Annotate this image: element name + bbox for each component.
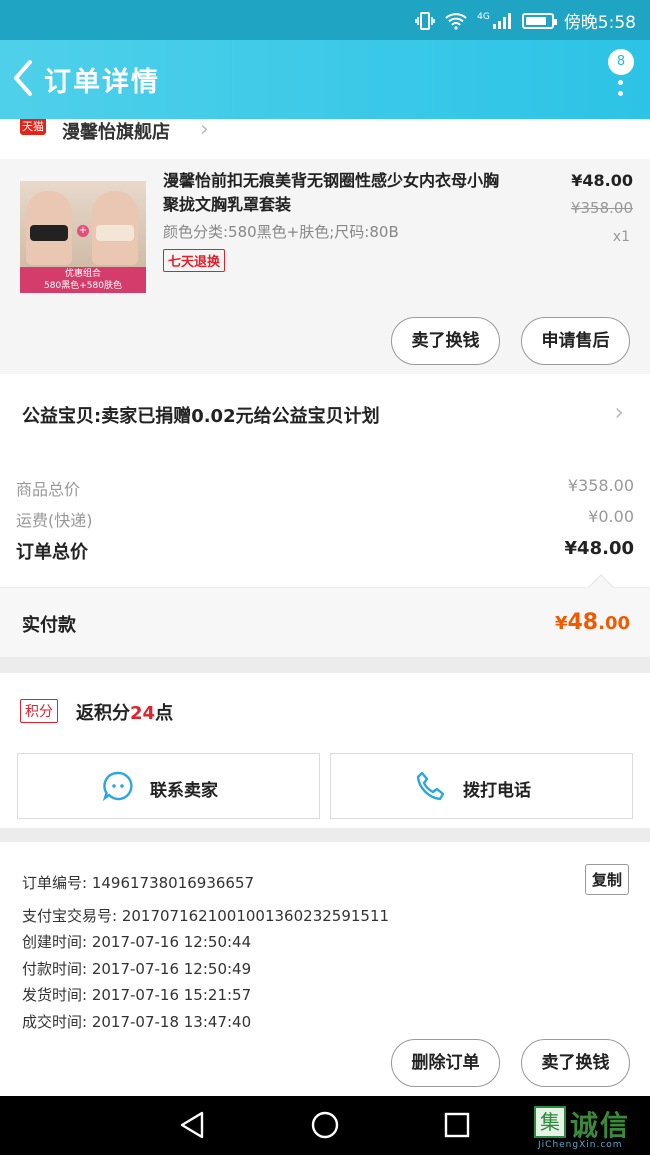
shipped-time: 发货时间: 2017-07-16 15:21:57 <box>22 986 252 1004</box>
price-summary: 商品总价 ¥358.00 运费(快递) ¥0.00 订单总价 ¥48.00 <box>0 454 650 587</box>
seven-day-return-tag: 七天退换 <box>163 249 226 272</box>
product-title[interactable]: 漫馨怡前扣无痕美背无钢圈性感少女内衣母小胸聚拢文胸乳罩套装 <box>163 169 508 217</box>
battery-icon <box>521 12 557 29</box>
thumb-caption-combo: 优惠组合 <box>64 269 101 279</box>
store-name[interactable]: 漫馨怡旗舰店 <box>62 118 170 144</box>
back-arrow-icon[interactable] <box>8 58 42 98</box>
goods-total-label: 商品总价 <box>16 480 81 499</box>
order-total-row: 订单总价 ¥48.00 <box>16 538 634 564</box>
order-total-label: 订单总价 <box>16 542 88 563</box>
store-row[interactable]: 天猫 漫馨怡旗舰店 › <box>0 117 650 159</box>
paid-time: 付款时间: 2017-07-16 12:50:49 <box>22 960 252 978</box>
nav-back-icon[interactable] <box>178 1110 206 1140</box>
page-title: 订单详情 <box>44 67 160 98</box>
product-thumbnail[interactable]: + 优惠组合 580黑色+580肤色 <box>20 181 146 293</box>
shipping-value: ¥0.00 <box>588 507 634 526</box>
product-price: ¥48.00 <box>571 171 633 190</box>
thumb-caption-colors: 580黑色+580肤色 <box>44 281 122 291</box>
product-quantity: x1 <box>612 229 630 245</box>
phone-icon <box>416 771 445 801</box>
contact-seller-button[interactable]: 联系卖家 <box>17 753 320 819</box>
network-type: 4G <box>477 11 490 22</box>
order-total-value: ¥48.00 <box>564 538 634 559</box>
order-number: 订单编号: 14961738016936657 <box>22 874 255 892</box>
paid-amount-row: 实付款 ¥48.00 <box>0 574 650 657</box>
shipping-label: 运费(快递) <box>16 511 93 530</box>
sell-for-cash-bottom-button[interactable]: 卖了换钱 <box>521 1039 630 1087</box>
status-time: 傍晚5:58 <box>563 13 636 33</box>
points-tag: 积分 <box>20 699 58 723</box>
goods-total-value: ¥358.00 <box>567 476 634 495</box>
nav-recents-icon[interactable] <box>444 1112 470 1138</box>
call-phone-button[interactable]: 拨打电话 <box>330 753 633 819</box>
after-sales-button[interactable]: 申请售后 <box>521 317 630 365</box>
top-nav-bar: 订单详情 8 <box>0 40 650 119</box>
charity-text: 公益宝贝:卖家已捐赠0.02元给公益宝贝计划 <box>22 406 380 427</box>
status-bar: 4G 傍晚5:58 <box>0 0 650 40</box>
paid-value: ¥48.00 <box>554 610 630 635</box>
chevron-right-icon: › <box>200 117 209 142</box>
product-original-price: ¥358.00 <box>570 199 633 217</box>
nav-home-icon[interactable] <box>310 1110 340 1140</box>
created-time: 创建时间: 2017-07-16 12:50:44 <box>22 933 252 951</box>
chevron-right-icon: › <box>614 398 624 426</box>
call-phone-label: 拨打电话 <box>463 781 531 801</box>
wifi-icon <box>445 12 467 30</box>
contact-seller-label: 联系卖家 <box>150 781 218 801</box>
message-count-badge[interactable]: 8 <box>608 49 634 75</box>
completed-time: 成交时间: 2017-07-18 13:47:40 <box>22 1013 252 1031</box>
chat-icon <box>102 771 133 802</box>
alipay-trade-number: 支付宝交易号: 2017071621001001360232591511 <box>22 907 390 925</box>
order-item[interactable]: + 优惠组合 580黑色+580肤色 漫馨怡前扣无痕美背无钢圈性感少女内衣母小胸聚… <box>0 159 650 374</box>
product-spec: 颜色分类:580黑色+肤色;尺码:80B <box>163 223 399 241</box>
points-text: 返积分24点 <box>76 703 174 724</box>
vibrate-icon <box>415 11 435 30</box>
order-info: 订单编号: 14961738016936657 复制 支付宝交易号: 20170… <box>0 842 650 1032</box>
points-section: 积分 返积分24点 联系卖家 拨打电话 <box>0 673 650 828</box>
charity-row[interactable]: 公益宝贝:卖家已捐赠0.02元给公益宝贝计划 › <box>0 374 650 454</box>
shipping-row: 运费(快递) ¥0.00 <box>16 507 634 531</box>
goods-total-row: 商品总价 ¥358.00 <box>16 476 634 500</box>
signal-icon <box>492 12 511 29</box>
more-menu-icon[interactable] <box>618 80 624 102</box>
sell-for-cash-button[interactable]: 卖了换钱 <box>391 317 500 365</box>
bottom-action-bar: 删除订单 卖了换钱 <box>0 1032 650 1096</box>
delete-order-button[interactable]: 删除订单 <box>391 1039 500 1087</box>
watermark-logo: 集 诚信 JiChengXin.com <box>530 1100 648 1152</box>
copy-button[interactable]: 复制 <box>584 864 629 895</box>
paid-label: 实付款 <box>22 615 76 636</box>
tmall-tag: 天猫 <box>20 119 46 135</box>
